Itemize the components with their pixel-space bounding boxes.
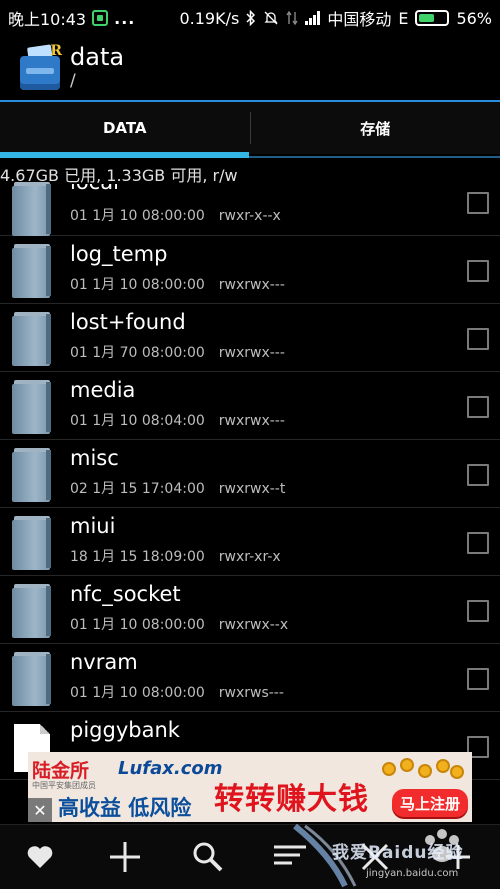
file-date: 01 1月 10 08:00:00	[70, 685, 205, 701]
select-checkbox[interactable]	[467, 668, 489, 690]
status-bar: 晚上10:43 ... 0.19K/s 中国移动 E 56%	[0, 0, 500, 36]
list-item[interactable]: local 01 1月 10 08:00:00 rwxr-x--x	[0, 168, 500, 236]
list-item[interactable]: log_temp 01 1月 10 08:00:00 rwxrwx---	[0, 236, 500, 304]
file-meta: 01 1月 10 08:04:00 rwxrwx---	[70, 410, 285, 430]
file-name: piggybank	[70, 718, 180, 742]
ad-slogan: 高收益 低风险	[58, 796, 192, 820]
list-item[interactable]: misc 02 1月 15 17:04:00 rwxrwx--t	[0, 440, 500, 508]
folder-icon	[12, 516, 52, 570]
folder-icon	[12, 182, 52, 236]
ad-banner[interactable]: 陆金所 Lufax.com 中国平安集团成员 高收益 低风险 转转赚大钱 马上注…	[28, 752, 472, 822]
folder-icon	[12, 244, 52, 298]
watermark-url: jingyan.baidu.com	[366, 868, 459, 879]
file-permissions: rwxrwx---	[218, 277, 285, 293]
battery-icon	[415, 10, 450, 26]
file-date: 01 1月 10 08:04:00	[70, 413, 205, 429]
add-icon	[110, 842, 140, 872]
file-date: 02 1月 15 17:04:00	[70, 481, 205, 497]
search-button[interactable]	[188, 837, 228, 877]
file-meta: 01 1月 10 08:00:00 rwxr-x--x	[70, 205, 281, 225]
file-date: 01 1月 10 08:00:00	[70, 277, 205, 293]
file-date: 01 1月 70 08:00:00	[70, 345, 205, 361]
select-checkbox[interactable]	[467, 260, 489, 282]
search-icon	[193, 842, 223, 872]
tab-bar: DATA 存储	[0, 102, 500, 154]
folder-title: data	[70, 43, 125, 71]
file-date: 18 1月 15 18:09:00	[70, 549, 205, 565]
file-name: log_temp	[70, 242, 168, 266]
tab-storage[interactable]: 存储	[251, 102, 500, 154]
file-permissions: rwxrws---	[218, 685, 284, 701]
status-time: 晚上10:43	[8, 10, 87, 29]
add-button[interactable]	[105, 837, 145, 877]
list-item[interactable]: nvram 01 1月 10 08:00:00 rwxrws---	[0, 644, 500, 712]
more-notifications-icon: ...	[114, 8, 136, 28]
file-name: miui	[70, 514, 116, 538]
sort-icon	[274, 845, 306, 865]
current-path: /	[70, 71, 76, 91]
file-permissions: rwxrwx---	[218, 345, 285, 361]
security-shield-icon	[92, 10, 109, 26]
file-name: local	[70, 170, 119, 194]
file-meta: 01 1月 10 08:00:00 rwxrwx--x	[70, 614, 288, 634]
ad-org: 中国平安集团成员	[32, 781, 96, 790]
file-name: misc	[70, 446, 119, 470]
folder-icon	[12, 652, 52, 706]
favorites-button[interactable]	[20, 837, 60, 877]
signal-strength-icon	[305, 11, 321, 25]
folder-icon	[12, 312, 52, 366]
carrier-name: 中国移动	[327, 10, 392, 29]
list-item[interactable]: media 01 1月 10 08:04:00 rwxrwx---	[0, 372, 500, 440]
ad-brand-en: Lufax.com	[118, 758, 223, 779]
network-speed: 0.19K/s	[179, 8, 240, 28]
battery-percent: 56%	[456, 8, 492, 28]
file-date: 01 1月 10 08:00:00	[70, 617, 205, 633]
file-meta: 02 1月 15 17:04:00 rwxrwx--t	[70, 478, 285, 498]
file-name: nvram	[70, 650, 138, 674]
select-checkbox[interactable]	[467, 532, 489, 554]
network-type: E	[398, 8, 409, 28]
sort-button[interactable]	[270, 837, 310, 877]
select-checkbox[interactable]	[467, 328, 489, 350]
root-explorer-icon[interactable]: R	[20, 43, 62, 90]
list-item[interactable]: nfc_socket 01 1月 10 08:00:00 rwxrwx--x	[0, 576, 500, 644]
file-permissions: rwxr-x--x	[218, 208, 281, 224]
ad-headline: 转转赚大钱	[214, 782, 369, 817]
file-date: 01 1月 10 08:00:00	[70, 208, 205, 224]
list-item[interactable]: miui 18 1月 15 18:09:00 rwxr-xr-x	[0, 508, 500, 576]
app-header: R data /	[0, 36, 500, 100]
active-tab-indicator	[0, 152, 249, 158]
file-name: media	[70, 378, 136, 402]
folder-icon	[12, 380, 52, 434]
ad-brand-cn: 陆金所	[32, 760, 90, 782]
file-permissions: rwxrwx--t	[218, 481, 286, 497]
file-permissions: rwxrwx---	[218, 413, 285, 429]
file-meta: 01 1月 10 08:00:00 rwxrws---	[70, 682, 284, 702]
data-transfer-icon	[286, 10, 298, 26]
folder-icon	[12, 584, 52, 638]
bluetooth-icon	[246, 10, 256, 26]
select-checkbox[interactable]	[467, 600, 489, 622]
file-name: lost+found	[70, 310, 186, 334]
heart-icon	[27, 846, 53, 868]
select-checkbox[interactable]	[467, 464, 489, 486]
gold-coins-icon	[378, 756, 468, 782]
file-name: nfc_socket	[70, 582, 181, 606]
file-meta: 18 1月 15 18:09:00 rwxr-xr-x	[70, 546, 281, 566]
file-permissions: rwxr-xr-x	[218, 549, 281, 565]
watermark-text: 我爱Baidu经验	[332, 843, 464, 863]
tab-data[interactable]: DATA	[0, 102, 250, 154]
list-item[interactable]: lost+found 01 1月 70 08:00:00 rwxrwx---	[0, 304, 500, 372]
file-meta: 01 1月 10 08:00:00 rwxrwx---	[70, 274, 285, 294]
folder-icon	[12, 448, 52, 502]
ad-register-button[interactable]: 马上注册	[392, 789, 468, 817]
ad-close-button[interactable]: ✕	[28, 798, 52, 822]
select-checkbox[interactable]	[467, 192, 489, 214]
file-list[interactable]: 4.67GB 已用, 1.33GB 可用, r/w local 01 1月 10…	[0, 168, 500, 823]
file-meta: 01 1月 70 08:00:00 rwxrwx---	[70, 342, 285, 362]
file-permissions: rwxrwx--x	[218, 617, 289, 633]
select-checkbox[interactable]	[467, 396, 489, 418]
mute-bell-icon	[264, 11, 278, 25]
